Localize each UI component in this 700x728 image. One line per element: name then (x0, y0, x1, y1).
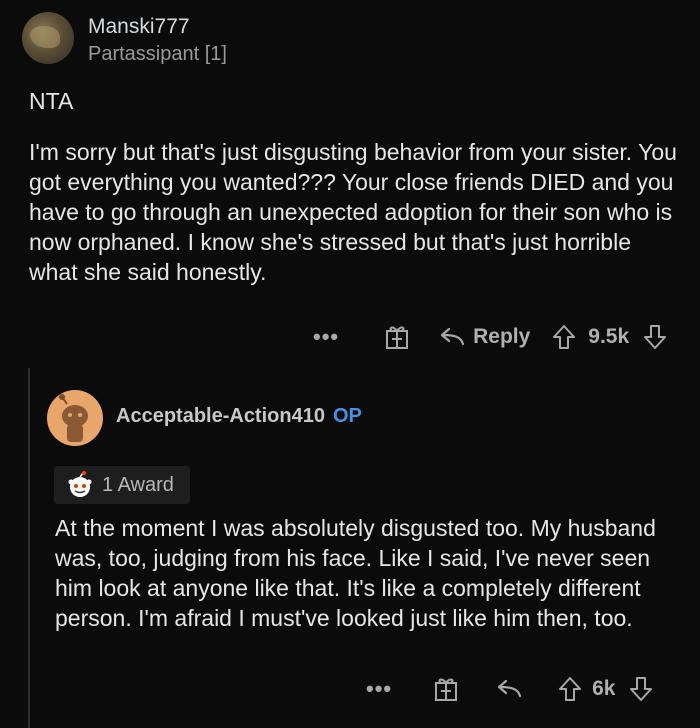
downvote-arrow-icon (644, 325, 667, 349)
thread-line[interactable] (28, 368, 30, 728)
reply-button[interactable]: Reply (439, 325, 530, 349)
reply-button[interactable] (496, 679, 522, 699)
reply-arrow-icon (441, 327, 465, 346)
award-chip[interactable]: 1 Award (54, 466, 190, 504)
comment-actions: ••• 6k (366, 676, 653, 702)
upvote-arrow-icon (559, 677, 582, 701)
award-count: 1 Award (102, 473, 174, 496)
upvote-button[interactable] (558, 676, 582, 702)
op-avatar[interactable] (47, 390, 103, 446)
upvote-arrow-icon (553, 325, 576, 349)
user-avatar[interactable] (22, 12, 74, 64)
user-flair: Partassipant [1] (88, 43, 227, 65)
downvote-button[interactable] (629, 676, 653, 702)
op-badge: OP (332, 405, 362, 427)
comment-actions: ••• Reply 9.5k (313, 324, 667, 350)
comment-author-line: Acceptable-Action410 OP (116, 405, 362, 428)
comment-body: At the moment I was absolutely disgusted… (55, 515, 656, 631)
more-options-button[interactable]: ••• (313, 324, 339, 350)
award-snoo-icon (68, 471, 92, 497)
downvote-arrow-icon (630, 677, 653, 701)
give-award-button[interactable] (434, 676, 458, 702)
vote-score: 6k (592, 677, 616, 700)
comment-author[interactable]: Manski777 (88, 15, 190, 39)
op-username[interactable]: Acceptable-Action410 (116, 405, 325, 427)
upvote-button[interactable] (552, 324, 576, 350)
gift-icon (435, 678, 458, 701)
downvote-button[interactable] (643, 324, 667, 350)
comment-verdict: NTA (29, 88, 74, 114)
vote-score: 9.5k (588, 325, 630, 348)
snoo-avatar-icon (59, 394, 88, 442)
comment-body: I'm sorry but that's just disgusting beh… (29, 139, 677, 285)
give-award-button[interactable] (385, 324, 409, 350)
reply-label: Reply (473, 325, 531, 348)
reply-arrow-icon (498, 679, 522, 698)
more-options-button[interactable]: ••• (366, 676, 392, 702)
gift-icon (386, 326, 409, 349)
